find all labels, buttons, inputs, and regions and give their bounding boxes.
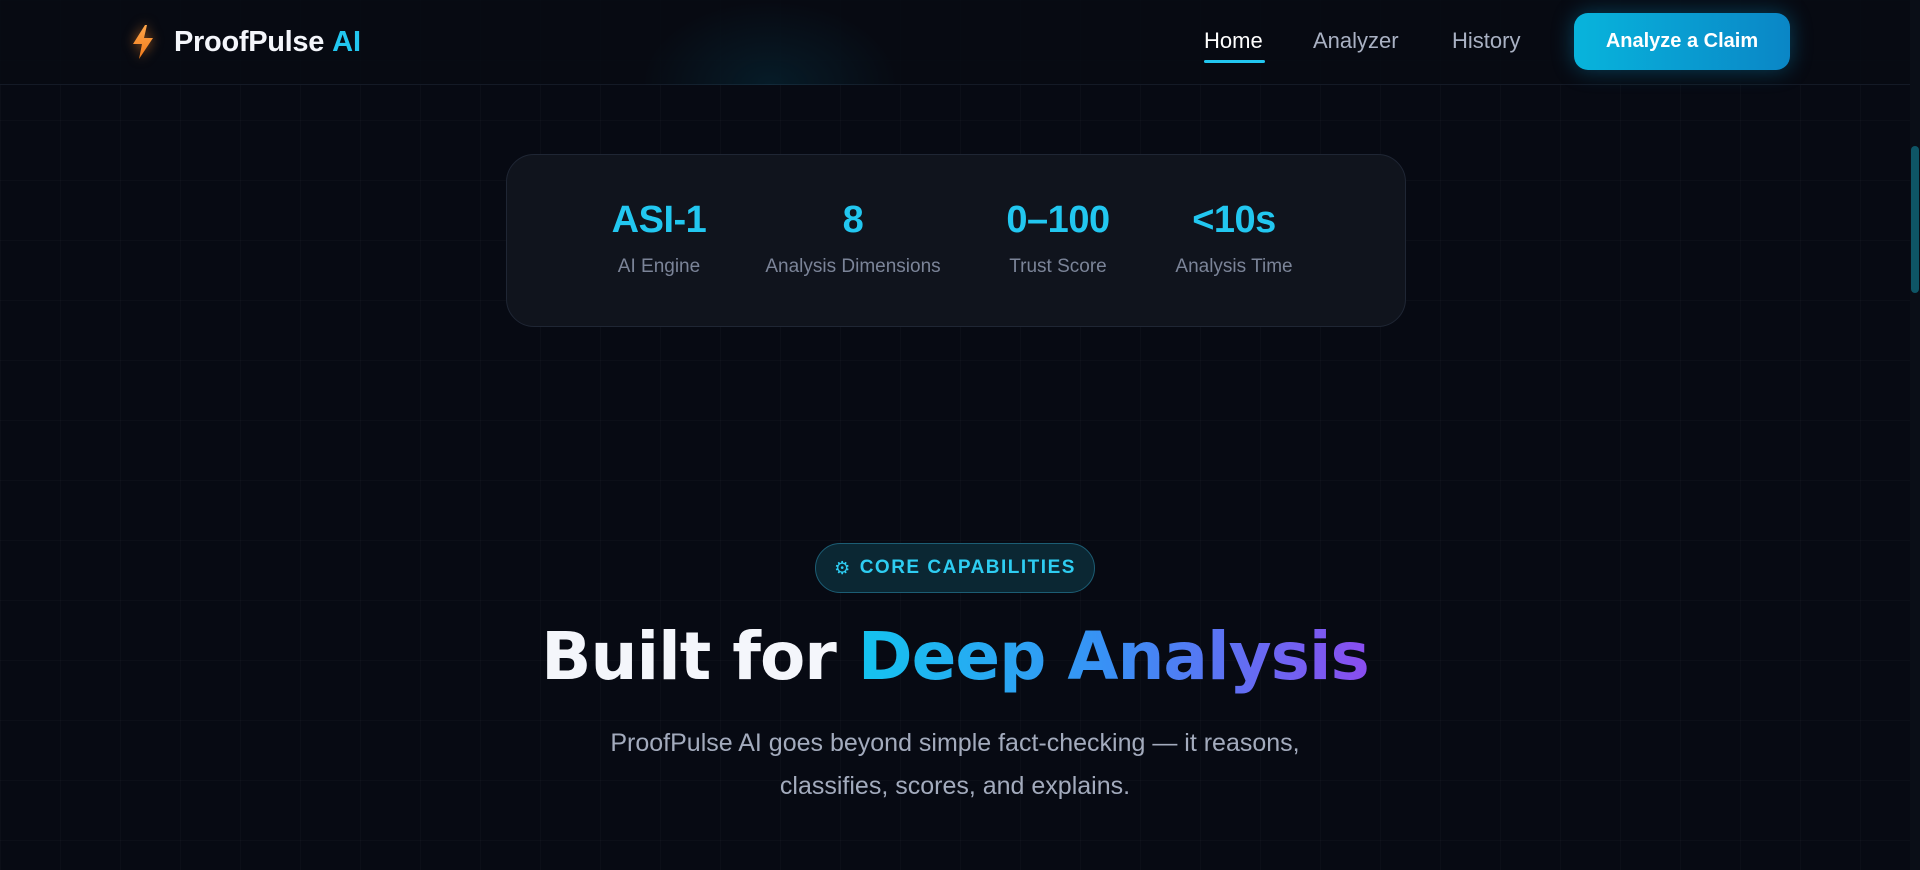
- stat-trust-score: 0–100 Trust Score: [1006, 199, 1110, 278]
- top-nav: ProofPulse AI Home Analyzer History Anal…: [0, 0, 1910, 85]
- analyze-claim-button[interactable]: Analyze a Claim: [1574, 13, 1790, 70]
- stat-label: Analysis Dimensions: [765, 256, 941, 277]
- stat-analysis-time: <10s Analysis Time: [1175, 199, 1292, 278]
- stat-label: Analysis Time: [1175, 256, 1293, 277]
- stat-value: 8: [842, 199, 864, 241]
- stat-analysis-dimensions: 8 Analysis Dimensions: [765, 199, 940, 278]
- gear-icon: ⚙: [834, 557, 852, 579]
- headline-plain: Built for: [541, 618, 858, 695]
- section-subtitle: ProofPulse AI goes beyond simple fact-ch…: [610, 729, 1300, 800]
- scrollbar-thumb[interactable]: [1911, 146, 1919, 293]
- scrollbar-track[interactable]: [1910, 0, 1920, 870]
- stat-value: 0–100: [1006, 199, 1110, 241]
- active-nav-indicator: [1204, 60, 1265, 63]
- lightning-bolt-icon: [133, 25, 153, 59]
- page: ProofPulse AI Home Analyzer History Anal…: [0, 0, 1920, 870]
- section-headline: Built for Deep Analysis: [0, 618, 1910, 695]
- stat-value: ASI-1: [611, 199, 707, 241]
- core-capabilities-badge: ⚙ CORE CAPABILITIES: [815, 543, 1095, 593]
- stat-label: AI Engine: [617, 256, 701, 277]
- brand-name: ProofPulse: [174, 25, 325, 58]
- stat-value: <10s: [1192, 199, 1276, 241]
- nav-link-analyzer[interactable]: Analyzer: [1313, 28, 1399, 54]
- brand-ai-suffix: AI: [332, 25, 362, 58]
- nav-link-home[interactable]: Home: [1204, 28, 1263, 54]
- brand-logo[interactable]: ProofPulse AI: [130, 22, 361, 62]
- headline-accent: Deep Analysis: [857, 618, 1370, 695]
- stats-card: ASI-1 AI Engine 8 Analysis Dimensions 0–…: [506, 154, 1406, 327]
- nav-glow: [640, 0, 900, 85]
- nav-link-history[interactable]: History: [1452, 28, 1520, 54]
- stat-ai-engine: ASI-1 AI Engine: [612, 199, 707, 278]
- badge-label: CORE CAPABILITIES: [859, 557, 1076, 578]
- stat-label: Trust Score: [1009, 256, 1107, 277]
